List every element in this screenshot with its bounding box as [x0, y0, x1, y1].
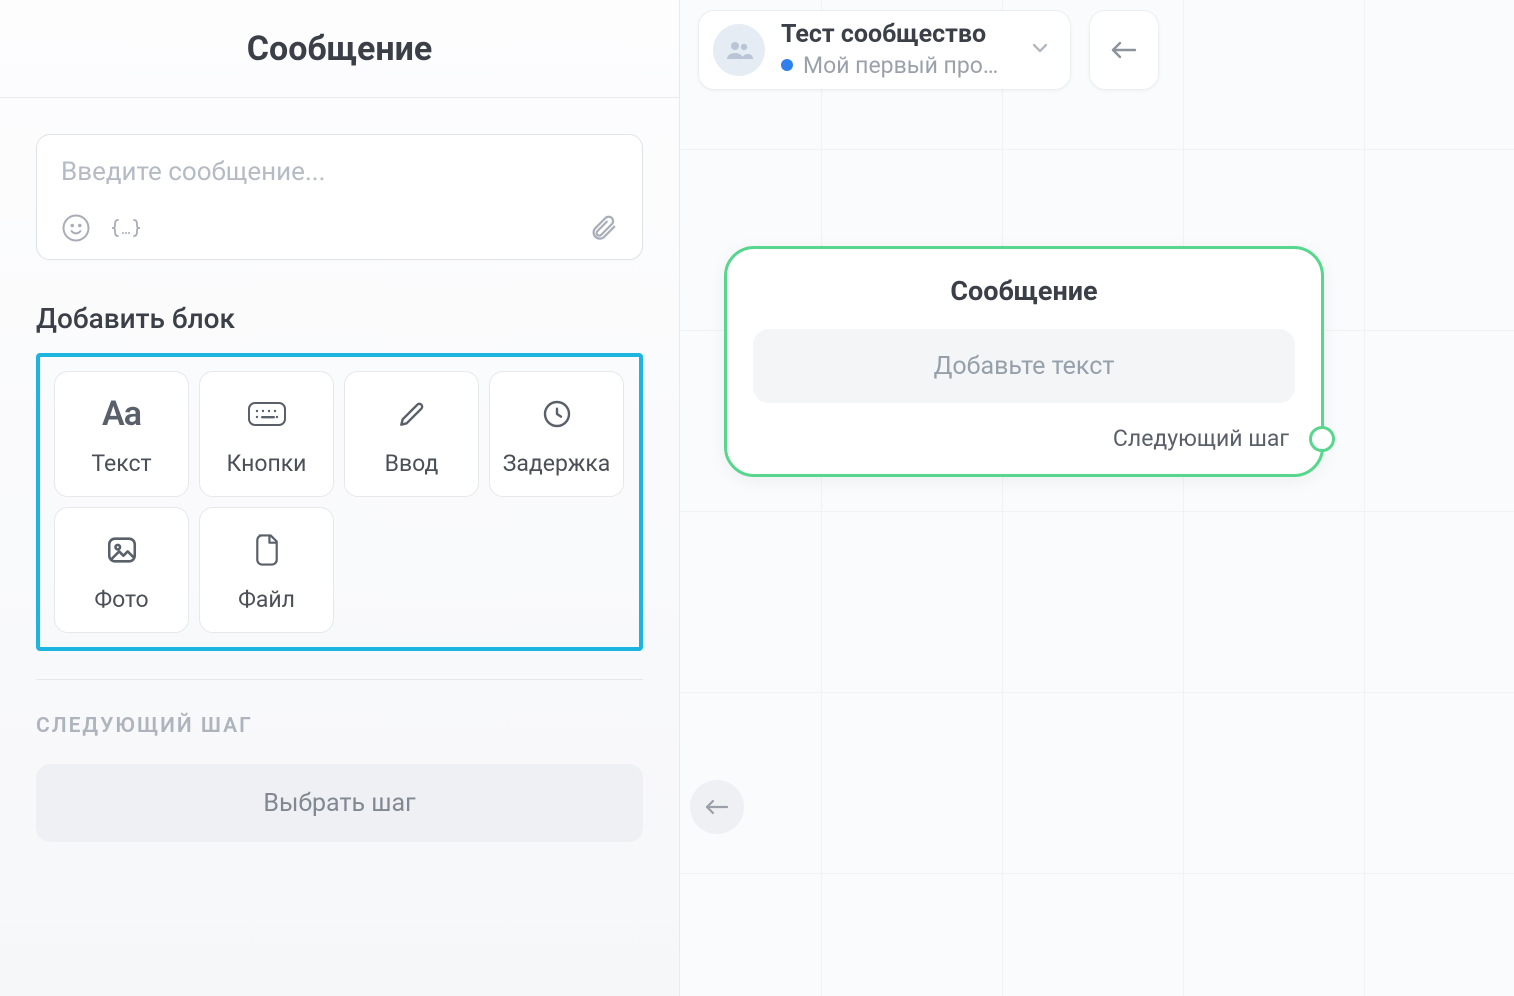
clock-icon	[541, 392, 573, 436]
block-text[interactable]: Aa Текст	[54, 371, 189, 497]
message-node[interactable]: Сообщение Добавьте текст Следующий шаг	[724, 246, 1324, 477]
sidebar-title: Сообщение	[247, 29, 432, 69]
project-meta: Тест сообщество Мой первый про…	[781, 21, 998, 79]
sidebar-content: Введите сообщение...	[0, 98, 679, 842]
block-delay-label: Задержка	[503, 450, 611, 477]
attachment-icon[interactable]	[588, 213, 618, 243]
project-selector[interactable]: Тест сообщество Мой первый про…	[698, 10, 1071, 90]
node-footer: Следующий шаг	[753, 425, 1295, 452]
arrow-left-icon	[702, 796, 732, 818]
community-avatar	[713, 24, 765, 76]
block-photo-label: Фото	[94, 586, 148, 613]
message-toolbar	[61, 213, 618, 243]
divider	[36, 679, 643, 680]
canvas-back-arrow[interactable]	[690, 780, 744, 834]
project-name: Мой первый про…	[803, 52, 998, 79]
block-delay[interactable]: Задержка	[489, 371, 624, 497]
block-text-label: Текст	[91, 450, 151, 477]
message-placeholder: Введите сообщение...	[61, 157, 618, 187]
file-icon	[252, 528, 282, 572]
flow-canvas[interactable]: Тест сообщество Мой первый про… Сообщени…	[680, 0, 1514, 996]
keyboard-icon	[247, 392, 287, 436]
node-title: Сообщение	[753, 275, 1295, 307]
editor-sidebar: Сообщение Введите сообщение...	[0, 0, 680, 996]
variables-icon[interactable]	[109, 213, 143, 243]
community-title: Тест сообщество	[781, 21, 998, 50]
block-input[interactable]: Ввод	[344, 371, 479, 497]
sidebar-header: Сообщение	[0, 0, 679, 98]
image-icon	[105, 528, 139, 572]
node-next-label: Следующий шаг	[1113, 425, 1289, 452]
block-file[interactable]: Файл	[199, 507, 334, 633]
add-block-title: Добавить блок	[36, 302, 643, 335]
node-output-port[interactable]	[1309, 426, 1335, 452]
choose-step-button[interactable]: Выбрать шаг	[36, 764, 643, 842]
back-button[interactable]	[1089, 10, 1159, 90]
block-buttons[interactable]: Кнопки	[199, 371, 334, 497]
pencil-icon	[396, 392, 428, 436]
block-photo[interactable]: Фото	[54, 507, 189, 633]
node-add-text-label: Добавьте текст	[934, 352, 1115, 381]
arrow-left-icon	[1107, 38, 1141, 62]
canvas-topbar: Тест сообщество Мой первый про…	[698, 10, 1159, 90]
people-icon	[725, 39, 753, 61]
node-add-text[interactable]: Добавьте текст	[753, 329, 1295, 403]
block-file-label: Файл	[238, 586, 295, 613]
block-picker: Aa Текст	[36, 353, 643, 651]
chevron-down-icon[interactable]	[1028, 36, 1052, 64]
choose-step-label: Выбрать шаг	[263, 789, 415, 818]
message-input-box[interactable]: Введите сообщение...	[36, 134, 643, 260]
emoji-icon[interactable]	[61, 213, 91, 243]
block-input-label: Ввод	[385, 450, 439, 477]
text-icon: Aa	[102, 394, 141, 434]
status-dot	[781, 59, 793, 71]
block-buttons-label: Кнопки	[227, 450, 307, 477]
next-step-heading: СЛЕДУЮЩИЙ ШАГ	[36, 714, 643, 738]
